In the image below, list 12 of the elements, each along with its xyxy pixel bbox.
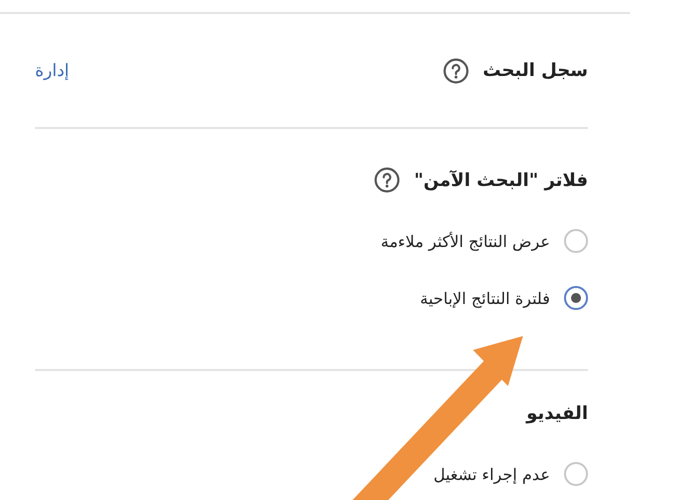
option-label: عرض النتائج الأكثر ملاءمة: [380, 232, 550, 250]
help-icon[interactable]: [442, 58, 469, 84]
radio-button[interactable]: [564, 462, 588, 486]
manage-link[interactable]: إدارة: [35, 60, 70, 80]
option-label: فلترة النتائج الإباحية: [420, 288, 550, 308]
radio-button[interactable]: [564, 286, 588, 310]
section-title: الفيديو: [526, 403, 588, 424]
help-icon[interactable]: [374, 167, 400, 193]
radio-button[interactable]: [564, 229, 588, 253]
section-title: سجل البحث: [482, 60, 588, 81]
option-label: عدم إجراء تشغيل: [433, 464, 550, 484]
section-title: فلاتر "البحث الآمن": [414, 170, 588, 190]
